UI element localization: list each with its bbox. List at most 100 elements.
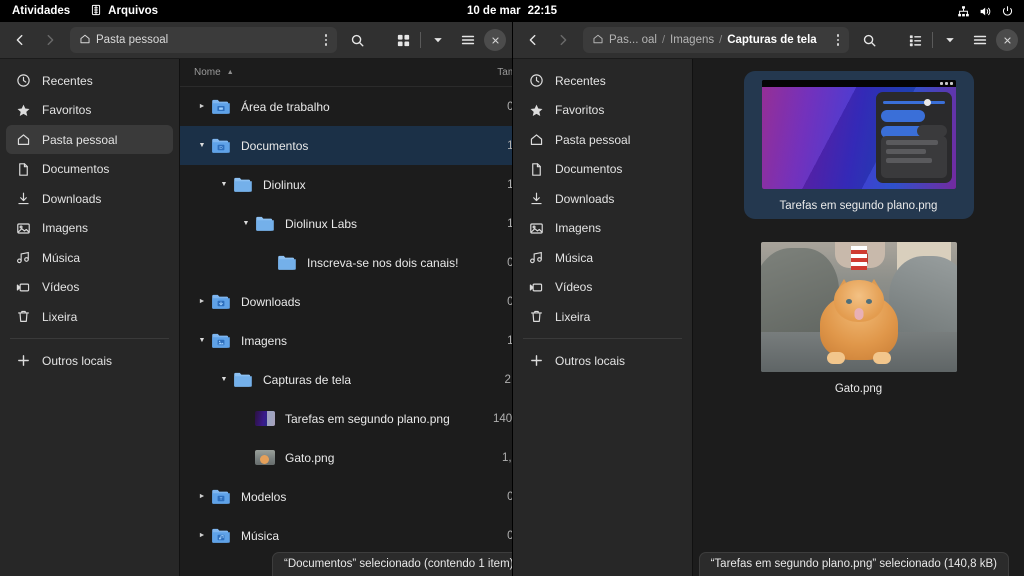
table-row[interactable]: Gato.png 1,2 MB: [180, 438, 512, 477]
sidebar-item-recentes[interactable]: Recentes: [519, 66, 686, 95]
sidebar-item-other-locations[interactable]: Outros locais: [6, 346, 173, 375]
back-icon[interactable]: [6, 27, 34, 53]
expander-expanded-icon[interactable]: ▼: [238, 220, 254, 227]
expander-collapsed-icon[interactable]: ►: [194, 493, 210, 500]
expander-collapsed-icon[interactable]: ►: [194, 532, 210, 539]
activities-button[interactable]: Atividades: [0, 0, 80, 22]
expander-collapsed-icon[interactable]: ►: [194, 103, 210, 110]
sidebar-item-downloads[interactable]: Downloads: [6, 184, 173, 213]
column-header-name[interactable]: Nome ▲: [194, 67, 460, 78]
sidebar-item-pasta-pessoal[interactable]: Pasta pessoal: [6, 125, 173, 154]
sidebar-item-favoritos[interactable]: Favoritos: [6, 96, 173, 125]
folder-templates-icon: T: [210, 486, 232, 508]
chevron-down-icon[interactable]: [936, 27, 964, 53]
breadcrumb-item-imagens[interactable]: Imagens: [670, 34, 714, 46]
table-row[interactable]: ► Área de trabalho 0 item: [180, 87, 512, 126]
hamburger-icon[interactable]: [966, 27, 994, 53]
close-icon[interactable]: [484, 29, 506, 51]
back-icon[interactable]: [519, 27, 547, 53]
list-view-icon[interactable]: [901, 27, 929, 53]
volume-icon: [979, 5, 992, 18]
file-name-label: Documentos: [241, 138, 309, 153]
close-icon[interactable]: [996, 29, 1018, 51]
sidebar-item-música[interactable]: Música: [519, 243, 686, 272]
table-row[interactable]: ▼ Imagens 1 item: [180, 321, 512, 360]
sidebar-item-imagens[interactable]: Imagens: [519, 214, 686, 243]
sidebar-item-other-locations[interactable]: Outros locais: [519, 346, 686, 375]
sidebar-item-vídeos[interactable]: Vídeos: [6, 273, 173, 302]
path-menu-icon[interactable]: [319, 34, 334, 46]
breadcrumb-separator: /: [719, 34, 723, 46]
folder-downloads-icon: [210, 291, 232, 313]
expander-expanded-icon[interactable]: ▼: [194, 142, 210, 149]
file-name-label: Diolinux Labs: [285, 216, 358, 231]
breadcrumb-item-current[interactable]: Capturas de tela: [727, 34, 816, 46]
network-icon: [957, 5, 970, 18]
column-size-label: Tamanho: [497, 67, 512, 78]
thumbnail-cat: [254, 447, 276, 469]
app-menu-button[interactable]: Arquivos: [80, 0, 168, 22]
file-name-cell: ▼ D Documentos: [184, 135, 458, 157]
sidebar-item-pasta-pessoal[interactable]: Pasta pessoal: [519, 125, 686, 154]
file-item-screenshot[interactable]: Tarefas em segundo plano.png: [743, 71, 974, 219]
files-window-right: Pas... oal / Imagens / Capturas de tela: [512, 22, 1024, 576]
sidebar-item-downloads[interactable]: Downloads: [519, 184, 686, 213]
file-name-cell: ► Música: [184, 525, 458, 547]
sidebar-item-música[interactable]: Música: [6, 243, 173, 272]
sidebar-item-label: Favoritos: [555, 103, 605, 117]
table-row[interactable]: ► Downloads 0 item: [180, 282, 512, 321]
document-icon: [528, 161, 544, 177]
sidebar-item-label: Favoritos: [42, 103, 92, 117]
file-list-view: Nome ▲ Tamanho ►Área de trabalho0 item▼D…: [180, 59, 512, 576]
search-icon[interactable]: [343, 27, 371, 53]
table-row[interactable]: Inscreva-se nos dois canais! 0 item: [180, 243, 512, 282]
sidebar-item-vídeos[interactable]: Vídeos: [519, 273, 686, 302]
breadcrumb-home[interactable]: Pas... oal: [592, 33, 657, 48]
table-row[interactable]: Tarefas em segundo plano.png 140,8 kB: [180, 399, 512, 438]
file-name-label: Tarefas em segundo plano.png: [285, 411, 450, 426]
breadcrumb-home-label: Pasta pessoal: [96, 34, 169, 46]
file-name-label: Inscreva-se nos dois canais!: [307, 255, 459, 270]
sidebar-item-favoritos[interactable]: Favoritos: [519, 96, 686, 125]
search-icon[interactable]: [855, 27, 883, 53]
column-header-size[interactable]: Tamanho: [460, 67, 512, 78]
file-item-cat[interactable]: Gato.png: [744, 233, 974, 402]
sidebar-item-label: Imagens: [42, 221, 89, 235]
table-row[interactable]: ► Música 0 item: [180, 516, 512, 555]
grid-view-icon[interactable]: [389, 27, 417, 53]
sidebar-item-documentos[interactable]: Documentos: [6, 155, 173, 184]
table-row[interactable]: ▼ Capturas de tela 2 itens: [180, 360, 512, 399]
file-name-label: Música: [241, 528, 280, 543]
chevron-down-icon[interactable]: [424, 27, 452, 53]
path-menu-icon[interactable]: [831, 34, 846, 46]
table-row[interactable]: ▼ Diolinux Labs 1 item: [180, 204, 512, 243]
sidebar-item-recentes[interactable]: Recentes: [6, 66, 173, 95]
sidebar-item-label: Documentos: [555, 162, 623, 176]
sidebar-item-documentos[interactable]: Documentos: [519, 155, 686, 184]
expander-expanded-icon[interactable]: ▼: [194, 337, 210, 344]
forward-icon[interactable]: [36, 27, 64, 53]
image-icon: [15, 220, 31, 236]
sidebar-item-lixeira[interactable]: Lixeira: [6, 302, 173, 331]
table-row[interactable]: ▼ Diolinux 1 item: [180, 165, 512, 204]
thumbnail-screenshot: [254, 408, 276, 430]
expander-expanded-icon[interactable]: ▼: [216, 181, 232, 188]
system-status-area[interactable]: [957, 5, 1014, 18]
sidebar-item-lixeira[interactable]: Lixeira: [519, 302, 686, 331]
table-row[interactable]: ► T Modelos 0 item: [180, 477, 512, 516]
video-icon: [528, 279, 544, 295]
clock-button[interactable]: 10 de mar 22:15: [467, 5, 557, 17]
pathbar-right[interactable]: Pas... oal / Imagens / Capturas de tela: [583, 27, 849, 53]
expander-collapsed-icon[interactable]: ►: [194, 298, 210, 305]
forward-icon[interactable]: [549, 27, 577, 53]
file-size-label: 2 itens: [504, 373, 512, 386]
hamburger-icon[interactable]: [454, 27, 482, 53]
expander-expanded-icon[interactable]: ▼: [216, 376, 232, 383]
plus-icon: [15, 353, 31, 369]
file-size-label: 1 item: [507, 334, 512, 347]
sidebar-item-imagens[interactable]: Imagens: [6, 214, 173, 243]
breadcrumb-home[interactable]: Pasta pessoal: [79, 33, 168, 48]
table-row[interactable]: ▼D Documentos 1 item: [180, 126, 512, 165]
pathbar-left[interactable]: Pasta pessoal: [70, 27, 337, 53]
breadcrumb-separator: /: [661, 34, 666, 46]
